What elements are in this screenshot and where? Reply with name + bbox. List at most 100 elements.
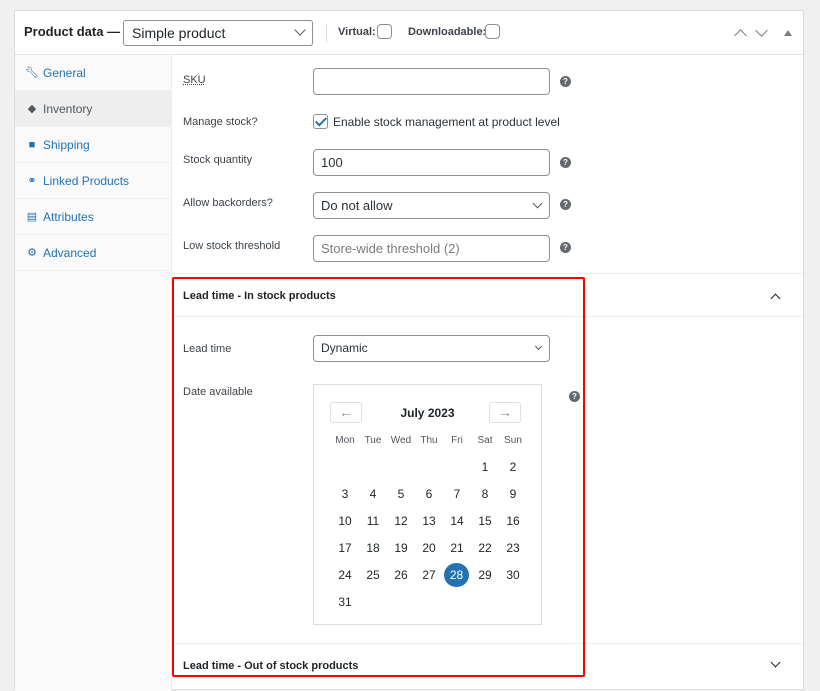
calendar-day[interactable]: 26: [387, 563, 415, 587]
calendar-day[interactable]: 2: [499, 455, 527, 479]
date-available-label: Date available: [183, 386, 253, 398]
date-picker: ← July 2023 → Mon Tue Wed Thu Fri Sat Sun 1 2 3 4 5…: [313, 384, 542, 625]
calendar-day[interactable]: 25: [359, 563, 387, 587]
section-title: Lead time - Out of stock products: [183, 660, 359, 672]
weekday-header: Tue: [364, 435, 382, 446]
weekday-header: Thu: [420, 435, 438, 446]
low-stock-input[interactable]: Store-wide threshold (2): [313, 235, 550, 262]
calendar-day[interactable]: 10: [331, 509, 359, 533]
sku-label: SKU: [183, 74, 206, 86]
lead-time-select[interactable]: Dynamic: [313, 335, 550, 362]
manage-stock-checkbox[interactable]: [313, 114, 328, 129]
backorders-value: Do not allow: [321, 198, 393, 213]
lead-time-label: Lead time: [183, 343, 232, 355]
move-up-icon[interactable]: [734, 29, 747, 42]
product-type-value: Simple product: [132, 25, 226, 41]
calendar-day[interactable]: 13: [415, 509, 443, 533]
stock-quantity-label: Stock quantity: [183, 154, 253, 166]
tab-shipping[interactable]: ■ Shipping: [15, 127, 171, 163]
divider: [172, 316, 803, 317]
calendar-day[interactable]: 8: [471, 482, 499, 506]
link-icon: ⚭: [27, 175, 37, 187]
calendar-day[interactable]: 27: [415, 563, 443, 587]
calendar-day[interactable]: 9: [499, 482, 527, 506]
list-icon: ▤: [26, 211, 38, 223]
chevron-down-icon: [532, 198, 543, 209]
calendar-day[interactable]: 16: [499, 509, 527, 533]
divider: [172, 643, 803, 644]
tab-advanced[interactable]: ⚙ Advanced: [15, 235, 171, 271]
calendar-day[interactable]: 7: [443, 482, 471, 506]
tab-label: Inventory: [43, 101, 93, 116]
tag-icon: ◆: [27, 103, 37, 115]
calendar-day[interactable]: 1: [471, 455, 499, 479]
calendar-day[interactable]: 17: [331, 536, 359, 560]
section-title: Lead time - In stock products: [183, 290, 336, 302]
backorders-label: Allow backorders?: [183, 197, 273, 209]
truck-icon: ■: [28, 138, 36, 151]
help-icon[interactable]: ?: [569, 391, 580, 402]
calendar-day[interactable]: 5: [387, 482, 415, 506]
calendar-day[interactable]: 31: [331, 590, 359, 614]
calendar-day[interactable]: 12: [387, 509, 415, 533]
calendar-day[interactable]: 23: [499, 536, 527, 560]
backorders-select[interactable]: Do not allow: [313, 192, 550, 219]
collapse-toggle-icon[interactable]: [784, 30, 792, 36]
divider: [172, 273, 803, 274]
calendar-day[interactable]: 20: [415, 536, 443, 560]
low-stock-label: Low stock threshold: [183, 240, 281, 252]
tab-general[interactable]: 🔧︎ General: [15, 55, 171, 91]
calendar-day[interactable]: 3: [331, 482, 359, 506]
product-data-header: Product data — Simple product Virtual: D…: [15, 11, 803, 55]
help-icon[interactable]: ?: [560, 76, 571, 87]
virtual-checkbox[interactable]: [377, 24, 392, 39]
gear-icon: ⚙: [27, 247, 37, 259]
tab-inventory[interactable]: ◆ Inventory: [15, 91, 171, 127]
tab-linked-products[interactable]: ⚭ Linked Products: [15, 163, 171, 199]
product-data-tabs: 🔧︎ General ◆ Inventory ■ Shipping ⚭ Link…: [15, 55, 172, 691]
calendar-day[interactable]: 4: [359, 482, 387, 506]
move-down-icon[interactable]: [755, 24, 768, 37]
calendar-day-selected[interactable]: 28: [444, 563, 469, 587]
chevron-down-icon: [294, 24, 306, 36]
tab-label: General: [43, 65, 86, 80]
panel-title: Product data —: [24, 24, 121, 39]
calendar-day[interactable]: 18: [359, 536, 387, 560]
help-icon[interactable]: ?: [560, 242, 571, 253]
chevron-up-icon[interactable]: [770, 293, 781, 304]
tab-attributes[interactable]: ▤ Attributes: [15, 199, 171, 235]
calendar-day[interactable]: 14: [443, 509, 471, 533]
sku-input[interactable]: [313, 68, 550, 95]
calendar-day[interactable]: 19: [387, 536, 415, 560]
weekday-header: Sun: [504, 435, 522, 446]
help-icon[interactable]: ?: [560, 199, 571, 210]
chevron-down-icon: [534, 342, 543, 351]
help-icon[interactable]: ?: [560, 157, 571, 168]
calendar-day[interactable]: 29: [471, 563, 499, 587]
calendar-day[interactable]: 21: [443, 536, 471, 560]
calendar-day[interactable]: 30: [499, 563, 527, 587]
virtual-label: Virtual:: [338, 26, 376, 38]
weekday-header: Mon: [335, 435, 355, 446]
weekday-header: Fri: [451, 435, 463, 446]
calendar-day[interactable]: 6: [415, 482, 443, 506]
header-divider: [326, 24, 327, 42]
product-data-panel: Product data — Simple product Virtual: D…: [14, 10, 804, 691]
tab-label: Linked Products: [43, 173, 130, 188]
calendar-day[interactable]: 22: [471, 536, 499, 560]
tab-label: Advanced: [43, 245, 97, 260]
calendar-day[interactable]: 11: [359, 509, 387, 533]
manage-stock-checkbox-label[interactable]: Enable stock management at product level: [333, 115, 560, 129]
wrench-icon: 🔧︎: [25, 67, 39, 79]
calendar-day[interactable]: 24: [331, 563, 359, 587]
next-month-button[interactable]: →: [489, 402, 521, 423]
chevron-down-icon[interactable]: [770, 657, 781, 668]
lead-time-value: Dynamic: [321, 341, 368, 355]
manage-stock-label: Manage stock?: [183, 116, 258, 128]
product-type-select[interactable]: Simple product: [123, 20, 313, 46]
downloadable-checkbox[interactable]: [485, 24, 500, 39]
weekday-header: Wed: [390, 435, 412, 446]
stock-quantity-input[interactable]: 100: [313, 149, 550, 176]
tab-label: Attributes: [43, 209, 94, 224]
calendar-day[interactable]: 15: [471, 509, 499, 533]
